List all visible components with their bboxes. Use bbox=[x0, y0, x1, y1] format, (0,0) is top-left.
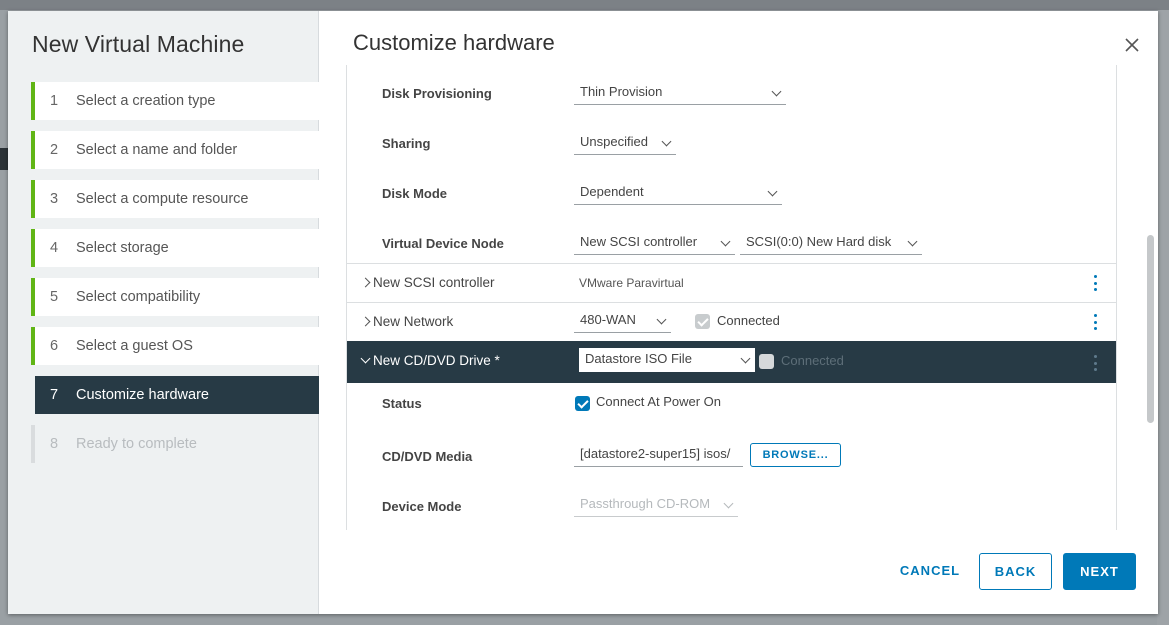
disk-mode-select[interactable]: Dependent bbox=[574, 181, 782, 205]
cdrom-connected-checkbox[interactable] bbox=[759, 354, 774, 369]
virtual-device-node-label: Virtual Device Node bbox=[382, 236, 504, 251]
step-number: 4 bbox=[50, 240, 59, 256]
cdrom-media-label: CD/DVD Media bbox=[382, 449, 473, 464]
chevron-down-icon bbox=[767, 186, 778, 197]
step-number: 2 bbox=[50, 142, 59, 158]
status-label: Status bbox=[382, 396, 422, 411]
step-number: 6 bbox=[50, 338, 59, 354]
sharing-label: Sharing bbox=[382, 136, 431, 151]
device-mode-row: Device Mode Passthrough CD-ROM bbox=[347, 493, 1116, 523]
cdrom-connected-label: Connected bbox=[781, 353, 844, 368]
scsi-controller-title: New SCSI controller bbox=[373, 275, 495, 290]
wizard-step-compute-resource[interactable]: 3 Select a compute resource bbox=[31, 180, 319, 218]
step-label: Select storage bbox=[76, 240, 169, 256]
new-vm-wizard-dialog: New Virtual Machine 1 Select a creation … bbox=[8, 11, 1158, 614]
wizard-step-ready-to-complete: 8 Ready to complete bbox=[31, 425, 319, 463]
device-mode-value: Passthrough CD-ROM bbox=[580, 496, 711, 511]
disk-mode-row: Disk Mode Dependent bbox=[347, 179, 1116, 209]
next-button[interactable]: NEXT bbox=[1063, 553, 1136, 590]
chevron-down-icon bbox=[740, 353, 751, 364]
sharing-select[interactable]: Unspecified bbox=[574, 131, 676, 155]
wizard-steps-sidebar: New Virtual Machine 1 Select a creation … bbox=[8, 11, 319, 614]
chevron-down-icon bbox=[720, 236, 731, 247]
scsi-controller-type: VMware Paravirtual bbox=[579, 276, 684, 290]
disk-provisioning-row: Disk Provisioning Thin Provision bbox=[347, 79, 1116, 109]
cdrom-media-input[interactable]: [datastore2-super15] isos/ bbox=[574, 443, 743, 467]
network-value: 480-WAN bbox=[580, 312, 636, 327]
backdrop-right-strip bbox=[1157, 10, 1169, 625]
wizard-step-name-folder[interactable]: 2 Select a name and folder bbox=[31, 131, 319, 169]
wizard-title: New Virtual Machine bbox=[32, 31, 245, 57]
cdrom-source-value: Datastore ISO File bbox=[585, 351, 692, 366]
scrollbar[interactable] bbox=[1146, 65, 1155, 530]
wizard-step-guest-os[interactable]: 6 Select a guest OS bbox=[31, 327, 319, 365]
device-node-controller-value: New SCSI controller bbox=[580, 234, 698, 249]
wizard-content: Customize hardware Disk Provisioning Thi… bbox=[319, 11, 1158, 614]
chevron-right-icon[interactable] bbox=[360, 316, 371, 327]
disk-provisioning-label: Disk Provisioning bbox=[382, 86, 492, 101]
scsi-controller-section[interactable]: New SCSI controller VMware Paravirtual bbox=[347, 263, 1116, 302]
chevron-down-icon bbox=[723, 498, 734, 509]
more-actions-icon[interactable] bbox=[1094, 275, 1098, 291]
sharing-value: Unspecified bbox=[580, 134, 648, 149]
network-connected-checkbox[interactable] bbox=[695, 314, 710, 329]
device-mode-select[interactable]: Passthrough CD-ROM bbox=[574, 493, 738, 517]
step-number: 7 bbox=[50, 387, 59, 403]
network-select[interactable]: 480-WAN bbox=[574, 309, 671, 333]
connect-at-power-on-label: Connect At Power On bbox=[596, 394, 722, 409]
step-label: Ready to complete bbox=[76, 436, 197, 452]
wizard-step-list: 1 Select a creation type 2 Select a name… bbox=[31, 82, 319, 474]
network-title: New Network bbox=[373, 314, 454, 329]
chevron-down-icon bbox=[656, 314, 667, 325]
network-section[interactable]: New Network 480-WAN Connected bbox=[347, 302, 1116, 341]
chevron-right-icon[interactable] bbox=[360, 277, 371, 288]
chevron-down-icon bbox=[907, 236, 918, 247]
chevron-down-icon bbox=[661, 136, 672, 147]
step-label: Select a guest OS bbox=[76, 338, 193, 354]
more-actions-icon[interactable] bbox=[1094, 314, 1098, 330]
disk-mode-label: Disk Mode bbox=[382, 186, 448, 201]
disk-provisioning-value: Thin Provision bbox=[580, 84, 663, 99]
disk-mode-value: Dependent bbox=[580, 184, 644, 199]
cdrom-section[interactable]: New CD/DVD Drive * Datastore ISO File Co… bbox=[347, 341, 1116, 383]
wizard-step-storage[interactable]: 4 Select storage bbox=[31, 229, 319, 267]
step-label: Select a compute resource bbox=[76, 191, 249, 207]
device-node-controller-select[interactable]: New SCSI controller bbox=[574, 231, 735, 255]
step-number: 8 bbox=[50, 436, 59, 452]
step-label: Select a name and folder bbox=[76, 142, 238, 158]
page-title: Customize hardware bbox=[353, 30, 555, 55]
more-actions-icon[interactable] bbox=[1094, 355, 1098, 371]
disk-provisioning-select[interactable]: Thin Provision bbox=[574, 81, 786, 105]
backdrop-left-bar bbox=[0, 148, 8, 170]
cancel-button[interactable]: CANCEL bbox=[891, 553, 969, 590]
backdrop-top-bar bbox=[0, 0, 1169, 10]
wizard-step-compatibility[interactable]: 5 Select compatibility bbox=[31, 278, 319, 316]
wizard-step-customize-hardware[interactable]: 7 Customize hardware bbox=[35, 376, 319, 414]
wizard-step-creation-type[interactable]: 1 Select a creation type bbox=[31, 82, 319, 120]
close-icon[interactable] bbox=[1124, 37, 1140, 53]
cdrom-source-select[interactable]: Datastore ISO File bbox=[579, 348, 755, 372]
step-label: Customize hardware bbox=[76, 387, 209, 403]
sharing-row: Sharing Unspecified bbox=[347, 129, 1116, 159]
cdrom-media-row: CD/DVD Media [datastore2-super15] isos/ … bbox=[347, 443, 1116, 473]
status-row: Status Connect At Power On bbox=[347, 390, 1116, 420]
cdrom-title: New CD/DVD Drive * bbox=[373, 353, 500, 368]
step-number: 3 bbox=[50, 191, 59, 207]
browse-button[interactable]: BROWSE... bbox=[750, 443, 841, 467]
step-number: 1 bbox=[50, 93, 59, 109]
device-mode-label: Device Mode bbox=[382, 499, 462, 514]
hardware-settings-panel: Disk Provisioning Thin Provision Sharing… bbox=[346, 65, 1117, 530]
device-node-slot-value: SCSI(0:0) New Hard disk bbox=[746, 234, 892, 249]
chevron-down-icon bbox=[771, 86, 782, 97]
network-connected-label: Connected bbox=[717, 313, 780, 328]
step-label: Select compatibility bbox=[76, 289, 201, 305]
chevron-down-icon[interactable] bbox=[360, 353, 371, 364]
step-label: Select a creation type bbox=[76, 93, 216, 109]
step-number: 5 bbox=[50, 289, 59, 305]
back-button[interactable]: BACK bbox=[979, 553, 1052, 590]
scrollbar-thumb[interactable] bbox=[1147, 235, 1154, 423]
connect-at-power-on-checkbox[interactable] bbox=[575, 396, 590, 411]
virtual-device-node-row: Virtual Device Node New SCSI controller … bbox=[347, 229, 1116, 259]
device-node-slot-select[interactable]: SCSI(0:0) New Hard disk bbox=[740, 231, 922, 255]
